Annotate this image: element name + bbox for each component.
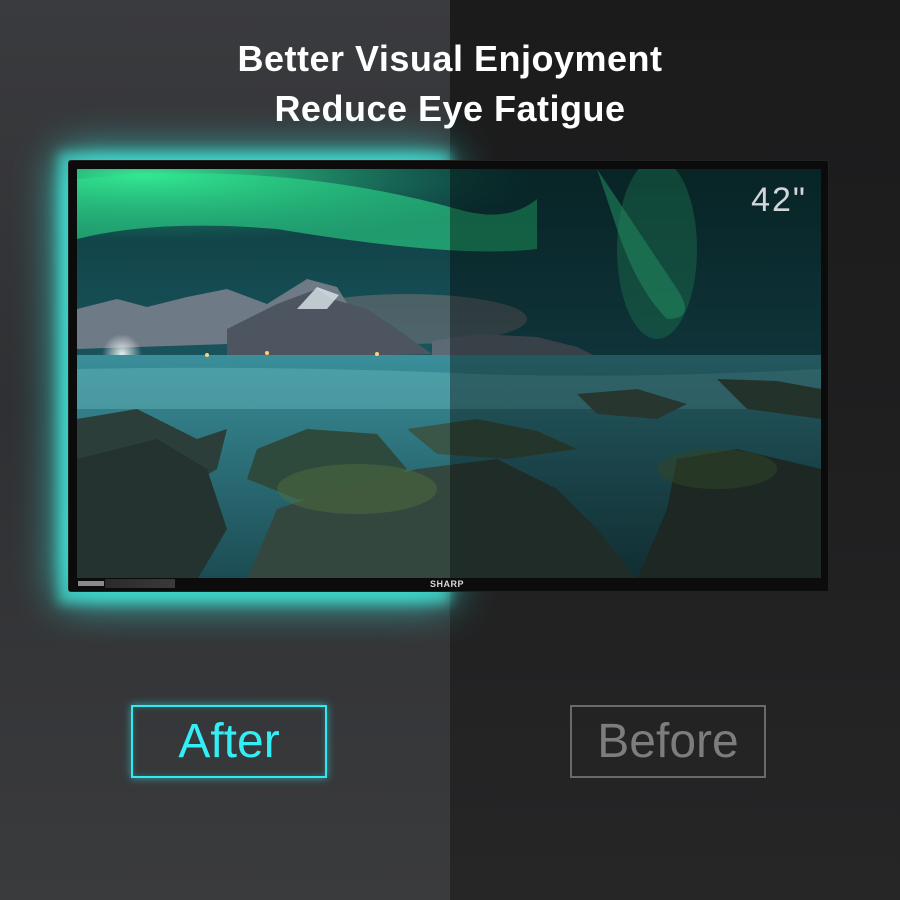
tv-screen: 42" <box>77 169 821 580</box>
before-label-box: Before <box>570 705 766 778</box>
headline-line-2: Reduce Eye Fatigue <box>274 88 626 129</box>
after-label-box: After <box>131 705 327 778</box>
before-dim-overlay <box>450 169 821 580</box>
screen-size-label: 42" <box>751 181 807 219</box>
headline-line-1: Better Visual Enjoyment <box>237 38 663 79</box>
tv-model-tag <box>78 581 104 586</box>
tv-bezel-strip <box>105 579 175 588</box>
tv-brand-logo: SHARP <box>430 579 465 589</box>
